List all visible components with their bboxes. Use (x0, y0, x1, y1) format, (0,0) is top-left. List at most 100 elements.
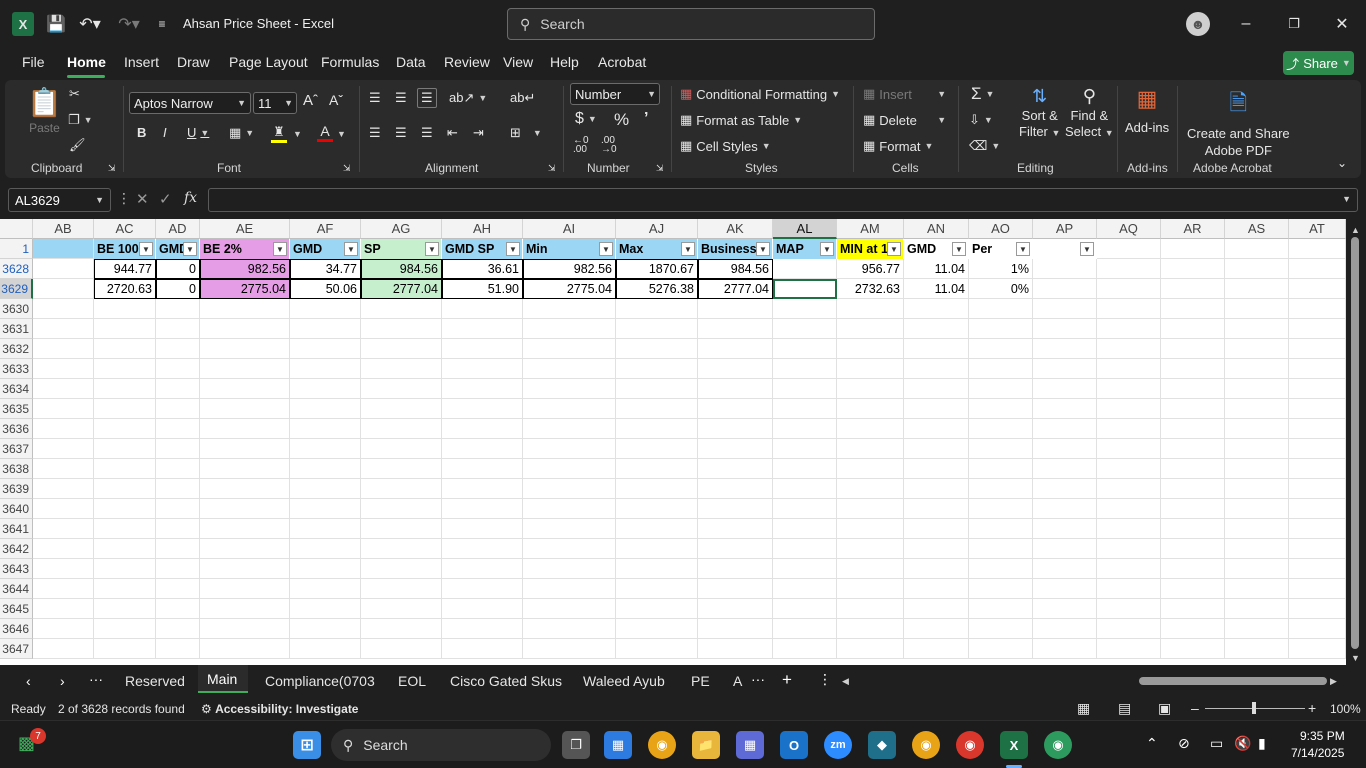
grid-cell[interactable] (969, 299, 1033, 319)
tab-insert[interactable]: Insert (124, 54, 159, 70)
grid-cell[interactable] (442, 539, 523, 559)
tab-view[interactable]: View (503, 54, 533, 70)
grid-cell[interactable] (1289, 319, 1346, 339)
grid-cell[interactable] (94, 459, 156, 479)
grid-cell[interactable] (442, 499, 523, 519)
grid-cell[interactable] (156, 499, 200, 519)
grid-cell[interactable] (1097, 379, 1161, 399)
sheet-tab-compliance[interactable]: Compliance(0703 (265, 673, 375, 689)
grid-cell[interactable] (1033, 399, 1097, 419)
horizontal-scroll-thumb[interactable] (1139, 677, 1327, 685)
grid-cell[interactable] (33, 399, 94, 419)
accounting-format-icon[interactable]: $ ▼ (575, 110, 597, 128)
column-header-ar[interactable]: AR (1161, 219, 1225, 239)
grid-cell[interactable] (1097, 359, 1161, 379)
column-header-ag[interactable]: AG (361, 219, 442, 239)
bold-button[interactable]: B (137, 125, 146, 140)
grid-cell[interactable] (156, 559, 200, 579)
grid-cell[interactable] (94, 579, 156, 599)
paste-button[interactable]: 📋 Paste (27, 86, 62, 135)
grid-cell[interactable] (1097, 459, 1161, 479)
grid-cell[interactable] (523, 519, 616, 539)
grid-cell[interactable] (773, 379, 837, 399)
grid-cell[interactable] (698, 559, 773, 579)
grid-cell[interactable] (773, 639, 837, 659)
grid-cell[interactable] (1097, 499, 1161, 519)
grid-cell[interactable] (33, 279, 94, 299)
grid-cell[interactable] (1225, 479, 1289, 499)
chevron-down-icon[interactable]: ▼ (337, 129, 346, 139)
grid-cell[interactable] (1289, 299, 1346, 319)
grid-cell[interactable] (442, 579, 523, 599)
name-box[interactable]: AL3629 ▼ (8, 188, 111, 212)
grid-cell[interactable] (200, 459, 290, 479)
grid-cell[interactable] (1289, 379, 1346, 399)
grid-cell[interactable] (837, 599, 904, 619)
grid-cell[interactable] (1289, 519, 1346, 539)
column-header-am[interactable]: AM (837, 219, 904, 239)
grid-cell[interactable] (442, 459, 523, 479)
outlook-icon[interactable]: O (780, 731, 808, 759)
row-header-3644[interactable]: 3644 (0, 579, 33, 599)
grid-cell[interactable] (1033, 639, 1097, 659)
grid-cell[interactable] (523, 299, 616, 319)
grid-cell[interactable] (156, 299, 200, 319)
grid-cell[interactable] (1033, 359, 1097, 379)
grid-cell[interactable] (1225, 399, 1289, 419)
tab-file[interactable]: File (22, 54, 45, 70)
clipboard-launcher-icon[interactable]: ⇲ (108, 163, 116, 174)
grid-cell[interactable] (773, 559, 837, 579)
fill-icon[interactable]: ⇩ ▼ (969, 112, 993, 128)
grid-cell[interactable] (904, 319, 969, 339)
table-header-cell[interactable] (33, 239, 94, 259)
grid-cell[interactable] (1161, 379, 1225, 399)
grid-cell[interactable] (1225, 299, 1289, 319)
grid-cell[interactable] (837, 319, 904, 339)
worksheet-grid[interactable]: AB AC AD AE AF AG AH AI AJ AK AL AM AN AO AP AQ AR AS AT 1 B… (0, 219, 1346, 665)
grid-cell[interactable] (523, 319, 616, 339)
grid-cell[interactable] (1033, 539, 1097, 559)
active-cell[interactable] (773, 279, 837, 299)
grid-cell[interactable] (33, 499, 94, 519)
search-input[interactable]: ⚲ Search (507, 8, 875, 40)
merge-center-icon[interactable]: ⊞ ▼ (510, 125, 542, 141)
column-header-af[interactable]: AF (290, 219, 361, 239)
grid-cell[interactable] (1033, 299, 1097, 319)
grid-cell[interactable] (616, 639, 698, 659)
scroll-up-icon[interactable]: ▲ (1351, 225, 1360, 235)
grid-cell[interactable] (1225, 239, 1289, 259)
grid-cell[interactable] (1161, 239, 1225, 259)
grid-cell[interactable] (33, 419, 94, 439)
grid-cell[interactable] (290, 619, 361, 639)
grid-cell[interactable] (1161, 259, 1225, 279)
row-header-3641[interactable]: 3641 (0, 519, 33, 539)
grid-cell[interactable] (904, 339, 969, 359)
grid-cell[interactable] (1161, 519, 1225, 539)
grid-cell[interactable] (837, 519, 904, 539)
row-header-3645[interactable]: 3645 (0, 599, 33, 619)
grid-cell[interactable] (94, 499, 156, 519)
vertical-scroll-thumb[interactable] (1351, 237, 1359, 649)
grid-cell[interactable] (1225, 559, 1289, 579)
grid-cell[interactable]: 982.56 (523, 259, 616, 279)
grid-cell[interactable] (698, 639, 773, 659)
number-format-select[interactable]: Number ▼ (570, 83, 660, 105)
clear-icon[interactable]: ⌫ ▼ (969, 138, 1000, 154)
decrease-indent-icon[interactable]: ⇤ (447, 125, 458, 141)
grid-cell[interactable] (698, 619, 773, 639)
grid-cell[interactable] (1097, 419, 1161, 439)
grid-cell[interactable] (904, 439, 969, 459)
add-ins-button[interactable]: ▦ Add-ins (1125, 86, 1169, 135)
grid-cell[interactable] (969, 619, 1033, 639)
format-painter-icon[interactable]: 🖌 (69, 137, 86, 153)
grid-cell[interactable] (969, 479, 1033, 499)
grid-cell[interactable] (616, 379, 698, 399)
grid-cell[interactable] (200, 559, 290, 579)
grid-cell[interactable] (156, 319, 200, 339)
decrease-decimal-icon[interactable]: .00 →0 (601, 136, 617, 155)
column-header-at[interactable]: AT (1289, 219, 1346, 239)
font-launcher-icon[interactable]: ⇲ (343, 163, 351, 174)
grid-cell[interactable] (200, 359, 290, 379)
cut-icon[interactable]: ✂ (69, 86, 80, 102)
row-header-3647[interactable]: 3647 (0, 639, 33, 659)
